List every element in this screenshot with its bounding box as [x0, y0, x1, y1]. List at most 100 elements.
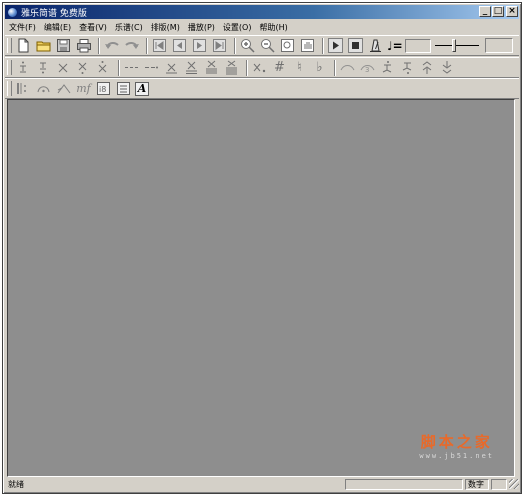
zoom-fit-icon	[281, 39, 294, 52]
low-dot-note-icon	[40, 62, 46, 74]
maximize-button[interactable]: □	[492, 6, 504, 17]
natural-icon: ♮	[297, 60, 302, 75]
title-bar[interactable]: 雅乐简谱 免费版 _ □ ×	[5, 5, 519, 19]
volume-box[interactable]	[484, 38, 513, 53]
prev-page-icon	[173, 39, 186, 52]
toolbar-grip[interactable]	[7, 38, 12, 53]
dash-button[interactable]	[123, 59, 140, 76]
sixteenth-note-button[interactable]	[183, 59, 200, 76]
menu-play[interactable]: 播放(P)	[184, 22, 219, 33]
minimize-button[interactable]: _	[479, 6, 491, 17]
zoom-out-button[interactable]	[259, 37, 276, 54]
undo-icon	[104, 41, 119, 49]
pan-hand-button[interactable]	[299, 37, 316, 54]
menu-file[interactable]: 文件(F)	[5, 22, 40, 33]
note-x-low-button[interactable]	[75, 59, 92, 76]
save-disk-icon	[57, 39, 70, 52]
sharp-icon: #	[274, 60, 285, 75]
watermark-title: 脚本之家	[420, 433, 493, 451]
dot-dash-icon	[145, 66, 158, 69]
menu-help[interactable]: 帮助(H)	[255, 22, 291, 33]
octave-down-icon	[442, 61, 452, 74]
toolbar-separator	[334, 59, 336, 76]
resize-grip-icon[interactable]	[509, 479, 519, 489]
maximize-icon: □	[493, 6, 503, 16]
menu-layout[interactable]: 排版(M)	[147, 22, 184, 33]
repeat-bar-button[interactable]	[15, 80, 32, 97]
app-icon[interactable]	[7, 6, 18, 18]
save-button[interactable]	[55, 37, 72, 54]
menu-settings[interactable]: 设置(O)	[219, 22, 256, 33]
repeat-bar-icon	[17, 83, 26, 94]
natural-button[interactable]: ♮	[291, 59, 308, 76]
slider-thumb[interactable]	[451, 39, 456, 52]
toolbar-separator	[322, 37, 324, 54]
note-high-dot-button[interactable]	[15, 59, 32, 76]
grace-note-down-button[interactable]	[399, 59, 416, 76]
undo-button[interactable]	[103, 37, 120, 54]
window-title: 雅乐简谱 免费版	[21, 8, 87, 19]
x-low-note-icon	[78, 62, 87, 74]
triplet-button[interactable]: 3	[359, 59, 376, 76]
toolbar-separator	[234, 37, 236, 54]
redo-button[interactable]	[123, 37, 140, 54]
main-toolbar: ♩=	[5, 35, 519, 56]
first-page-button[interactable]	[151, 37, 168, 54]
speed-slider[interactable]	[434, 37, 479, 54]
minimize-icon: _	[482, 6, 488, 16]
lyrics-icon	[117, 82, 130, 95]
eighth-note-button[interactable]	[163, 59, 180, 76]
breath-mark-button[interactable]	[55, 80, 72, 97]
print-button[interactable]	[75, 37, 92, 54]
play-button[interactable]	[327, 37, 344, 54]
flat-icon: ♭	[316, 60, 323, 75]
svg-text:3: 3	[365, 66, 369, 74]
zoom-fit-button[interactable]	[279, 37, 296, 54]
chord-icon: i8	[97, 82, 110, 95]
thirtysecond-note-button[interactable]	[203, 59, 220, 76]
note-x-button[interactable]	[55, 59, 72, 76]
sharp-button[interactable]: #	[271, 59, 288, 76]
menu-score[interactable]: 乐谱(C)	[111, 22, 147, 33]
tempo-input[interactable]	[404, 38, 431, 53]
num-lock-indicator: 数字	[465, 478, 489, 490]
printer-icon	[76, 39, 91, 53]
zoom-in-button[interactable]	[239, 37, 256, 54]
chord-button[interactable]: i8	[95, 80, 112, 97]
metronome-button[interactable]	[367, 37, 384, 54]
note-x-high-button[interactable]	[95, 59, 112, 76]
prev-page-button[interactable]	[171, 37, 188, 54]
open-file-button[interactable]	[35, 37, 52, 54]
new-file-button[interactable]	[15, 37, 32, 54]
octave-down-button[interactable]	[439, 59, 456, 76]
lyrics-button[interactable]	[115, 80, 132, 97]
text-icon: A	[137, 82, 147, 95]
note-low-dot-button[interactable]	[35, 59, 52, 76]
triple-underline-icon	[226, 60, 237, 75]
flat-button[interactable]: ♭	[311, 59, 328, 76]
close-button[interactable]: ×	[506, 6, 518, 17]
toolbar-separator	[246, 59, 248, 76]
menu-edit[interactable]: 编辑(E)	[40, 22, 75, 33]
text-tool-button[interactable]: A	[135, 81, 149, 96]
dotted-note-button[interactable]	[251, 59, 268, 76]
stop-button[interactable]	[347, 37, 364, 54]
dynamics-button[interactable]: mf	[75, 80, 92, 97]
toolbar-grip[interactable]	[7, 60, 12, 75]
grace-note-up-button[interactable]	[379, 59, 396, 76]
dot-dash-button[interactable]	[143, 59, 160, 76]
stop-icon	[348, 38, 363, 53]
grace-up-icon	[382, 61, 392, 73]
fermata-button[interactable]	[35, 80, 52, 97]
redo-icon	[124, 41, 139, 49]
tie-button[interactable]	[339, 59, 356, 76]
octave-up-button[interactable]	[419, 59, 436, 76]
score-workspace[interactable]: 脚本之家 www.jb51.net	[7, 99, 515, 477]
status-panel-blank-small	[491, 478, 507, 490]
underline-triple-button[interactable]	[223, 59, 240, 76]
toolbar-grip[interactable]	[7, 81, 12, 96]
next-page-button[interactable]	[191, 37, 208, 54]
last-page-button[interactable]	[211, 37, 228, 54]
menu-view[interactable]: 查看(V)	[75, 22, 111, 33]
svg-text:i8: i8	[99, 85, 106, 94]
